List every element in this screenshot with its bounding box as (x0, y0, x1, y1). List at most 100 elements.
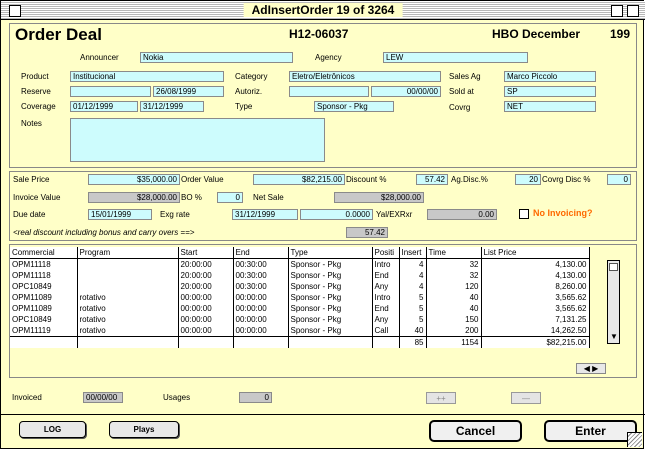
reserve-field-1[interactable] (70, 86, 151, 97)
column-header[interactable]: Commercial (10, 247, 78, 259)
scroll-left-icon[interactable]: ◀ (584, 364, 590, 373)
coverage-to-field[interactable]: 31/12/1999 (140, 101, 204, 112)
table-row[interactable]: OPM11089 rotativo 00:00:00 00:00:00 Sponsor … (10, 303, 590, 314)
yal-field: 0.00 (427, 209, 497, 220)
bo-field[interactable]: 0 (217, 192, 243, 203)
sold-at-field[interactable]: SP (504, 86, 596, 97)
add-usage-button[interactable]: ++ (426, 392, 456, 404)
column-header[interactable]: Positi (372, 247, 400, 259)
table-cell: 32 (426, 270, 482, 281)
coverage-from-field[interactable]: 01/12/1999 (70, 101, 138, 112)
channel-period: HBO December (492, 27, 581, 41)
scroll-down-icon[interactable]: ▼ (610, 332, 618, 341)
title-bar[interactable]: AdInsertOrder 19 of 3264 (1, 1, 645, 20)
footer-divider (1, 414, 645, 415)
product-field[interactable]: Institucional (70, 71, 224, 82)
usages-field: 0 (239, 392, 272, 403)
ag-disc-field[interactable]: 20 (515, 174, 541, 185)
close-box-icon[interactable] (9, 5, 21, 17)
sale-price-field[interactable]: $35,000.00 (88, 174, 180, 185)
table-cell: 150 (426, 314, 482, 325)
table-cell: 32 (426, 258, 482, 270)
column-header[interactable]: List Price (481, 247, 590, 259)
table-cell: 4,130.00 (481, 270, 590, 281)
ag-disc-label: Ag.Disc.% (451, 175, 488, 184)
exg-rate-field[interactable]: 0.0000 (300, 209, 373, 220)
table-row[interactable]: OPM11119 rotativo 00:00:00 00:00:00 Sponsor … (10, 325, 590, 337)
table-cell: 20:00:00 (178, 270, 234, 281)
column-header[interactable]: Type (288, 247, 373, 259)
category-field[interactable]: Eletro/Eletrônicos (289, 71, 441, 82)
table-cell: rotativo (77, 325, 179, 337)
total-insert: 85 (399, 336, 427, 348)
table-cell: 5 (399, 292, 427, 303)
column-header[interactable]: Time (426, 247, 482, 259)
plays-button[interactable]: Plays (109, 421, 179, 438)
announcer-field[interactable]: Nokia (140, 52, 293, 63)
table-row[interactable]: OPM11089 rotativo 00:00:00 00:00:00 Sponsor … (10, 292, 590, 303)
table-cell (77, 270, 179, 281)
table-cell: 4 (399, 281, 427, 292)
table-cell: OPC10849 (10, 314, 78, 325)
order-id: H12-06037 (289, 27, 349, 41)
pricing-panel: Sale Price $35,000.00 Order Value $82,21… (9, 171, 637, 241)
table-cell: Call (372, 325, 400, 337)
covrg-disc-field[interactable]: 0 (607, 174, 631, 185)
no-invoicing-checkbox[interactable] (519, 209, 529, 219)
scroll-right-icon[interactable]: ▶ (592, 364, 598, 373)
table-header-row: Commercial Program Start End Type Positi Inser… (10, 247, 590, 259)
discount-field[interactable]: 57.42 (416, 174, 448, 185)
log-button[interactable]: LOG (19, 421, 86, 438)
sales-ag-field[interactable]: Marco Piccolo (504, 71, 596, 82)
covrg-disc-label: Covrg Disc % (542, 175, 591, 184)
table-cell: 00:00:00 (233, 303, 289, 314)
coverage-label: Coverage (21, 102, 56, 111)
exg-rate-date-field[interactable]: 31/12/1999 (232, 209, 298, 220)
zoom-box-icon[interactable] (611, 5, 623, 17)
order-value-field[interactable]: $82,215.00 (253, 174, 345, 185)
real-discount-label: <real discount including bonus and carry… (13, 228, 195, 237)
table-cell: 40 (426, 303, 482, 314)
table-row[interactable]: OPM11118 20:00:00 00:30:00 Sponsor - Pkg Int… (10, 258, 590, 270)
autoriz-field-1[interactable] (289, 86, 369, 97)
column-header[interactable]: Program (77, 247, 179, 259)
notes-field[interactable] (70, 118, 325, 162)
table-cell: 200 (426, 325, 482, 337)
column-header[interactable]: Start (178, 247, 234, 259)
table-cell: Sponsor - Pkg (288, 292, 373, 303)
covrg-field[interactable]: NET (504, 101, 596, 112)
table-row[interactable]: OPC10849 rotativo 00:00:00 00:00:00 Sponsor … (10, 314, 590, 325)
autoriz-date-field[interactable]: 00/00/00 (371, 86, 441, 97)
sale-price-label: Sale Price (13, 175, 50, 184)
collapse-box-icon[interactable] (627, 5, 639, 17)
table-cell: 00:00:00 (178, 325, 234, 337)
net-sale-label: Net Sale (253, 193, 284, 202)
table-cell: 00:00:00 (233, 325, 289, 337)
scroll-thumb[interactable] (609, 263, 618, 271)
cancel-button[interactable]: Cancel (429, 420, 522, 442)
due-date-field[interactable]: 15/01/1999 (88, 209, 152, 220)
resize-grip-icon[interactable] (627, 432, 642, 447)
table-cell: rotativo (77, 303, 179, 314)
sold-at-label: Sold at (449, 87, 474, 96)
column-header[interactable]: End (233, 247, 289, 259)
table-vertical-scrollbar[interactable]: ▼ (607, 260, 620, 344)
table-row[interactable]: OPC10849 20:00:00 00:30:00 Sponsor - Pkg Any… (10, 281, 590, 292)
type-field[interactable]: Sponsor - Pkg (314, 101, 394, 112)
column-header[interactable]: Insert (399, 247, 427, 259)
remove-usage-button[interactable]: — (511, 392, 541, 404)
reserve-date-field[interactable]: 26/08/1999 (153, 86, 224, 97)
agency-field[interactable]: LEW (383, 52, 528, 63)
type-label: Type (235, 102, 253, 111)
yal-label: Yal/EXRxr (376, 210, 413, 219)
net-sale-field: $28,000.00 (334, 192, 424, 203)
enter-button[interactable]: Enter (544, 420, 637, 442)
exg-rate-label: Exg rate (160, 210, 190, 219)
table-row[interactable]: OPM11118 20:00:00 00:30:00 Sponsor - Pkg End… (10, 270, 590, 281)
bo-label: BO % (181, 193, 202, 202)
table-cell: 4,130.00 (481, 258, 590, 270)
horizontal-scroll-arrows[interactable]: ◀ ▶ (576, 363, 606, 374)
invoiced-field: 00/00/00 (83, 392, 123, 403)
real-discount-field: 57.42 (346, 227, 388, 238)
product-label: Product (21, 72, 49, 81)
